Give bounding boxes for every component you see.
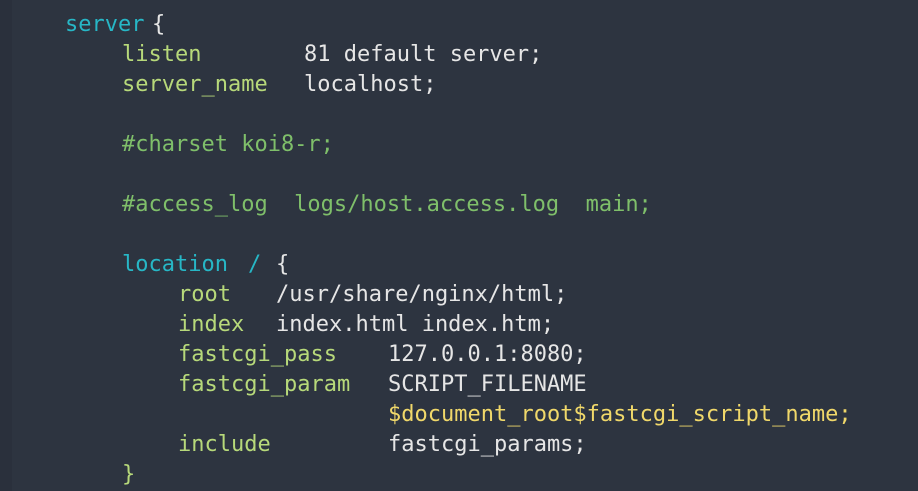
include-value: fastcgi_params; (388, 432, 587, 457)
code-line-server-name: server_name localhost; (0, 70, 918, 100)
code-line-location: location / { (0, 250, 918, 280)
code-line-location-close: } (0, 460, 918, 490)
include-directive: include (178, 432, 271, 457)
location-brace-open: { (276, 252, 290, 277)
code-line-charset-comment: #charset koi8-r; (0, 130, 918, 160)
index-value: index.html index.htm; (276, 312, 555, 337)
code-line-fastcgi-param: fastcgi_param SCRIPT_FILENAME (0, 370, 918, 400)
code-editor[interactable]: server { listen 81 default server; serve… (0, 0, 918, 491)
code-line-root: root /usr/share/nginx/html; (0, 280, 918, 310)
fastcgi-param-name: SCRIPT_FILENAME (388, 372, 587, 397)
server-keyword: server (65, 12, 145, 37)
charset-comment: #charset koi8-r; (122, 132, 334, 157)
code-line-index: index index.html index.htm; (0, 310, 918, 340)
location-keyword: location (122, 252, 228, 277)
listen-value: 81 default server; (304, 42, 543, 67)
location-brace-close: } (122, 462, 136, 487)
access-log-comment: #access_log logs/host.access.log main; (122, 192, 652, 217)
fastcgi-param-variable: $document_root$fastcgi_script_name; (388, 402, 852, 427)
root-directive: root (178, 282, 231, 307)
code-line-access-log-comment: #access_log logs/host.access.log main; (0, 190, 918, 220)
code-line-server: server { (0, 10, 918, 40)
fastcgi-param-directive: fastcgi_param (178, 372, 351, 397)
code-line-include: include fastcgi_params; (0, 430, 918, 460)
server-brace-open: { (152, 12, 166, 37)
fastcgi-pass-value: 127.0.0.1:8080; (388, 342, 587, 367)
index-directive: index (178, 312, 245, 337)
server-name-directive: server_name (122, 72, 268, 97)
code-line-fastcgi-param-cont: $document_root$fastcgi_script_name; (0, 400, 918, 430)
server-name-value: localhost; (304, 72, 437, 97)
code-line-fastcgi-pass: fastcgi_pass 127.0.0.1:8080; (0, 340, 918, 370)
listen-directive: listen (122, 42, 202, 67)
location-path: / (248, 252, 262, 277)
code-line-listen: listen 81 default server; (0, 40, 918, 70)
root-value: /usr/share/nginx/html; (276, 282, 568, 307)
fastcgi-pass-directive: fastcgi_pass (178, 342, 337, 367)
